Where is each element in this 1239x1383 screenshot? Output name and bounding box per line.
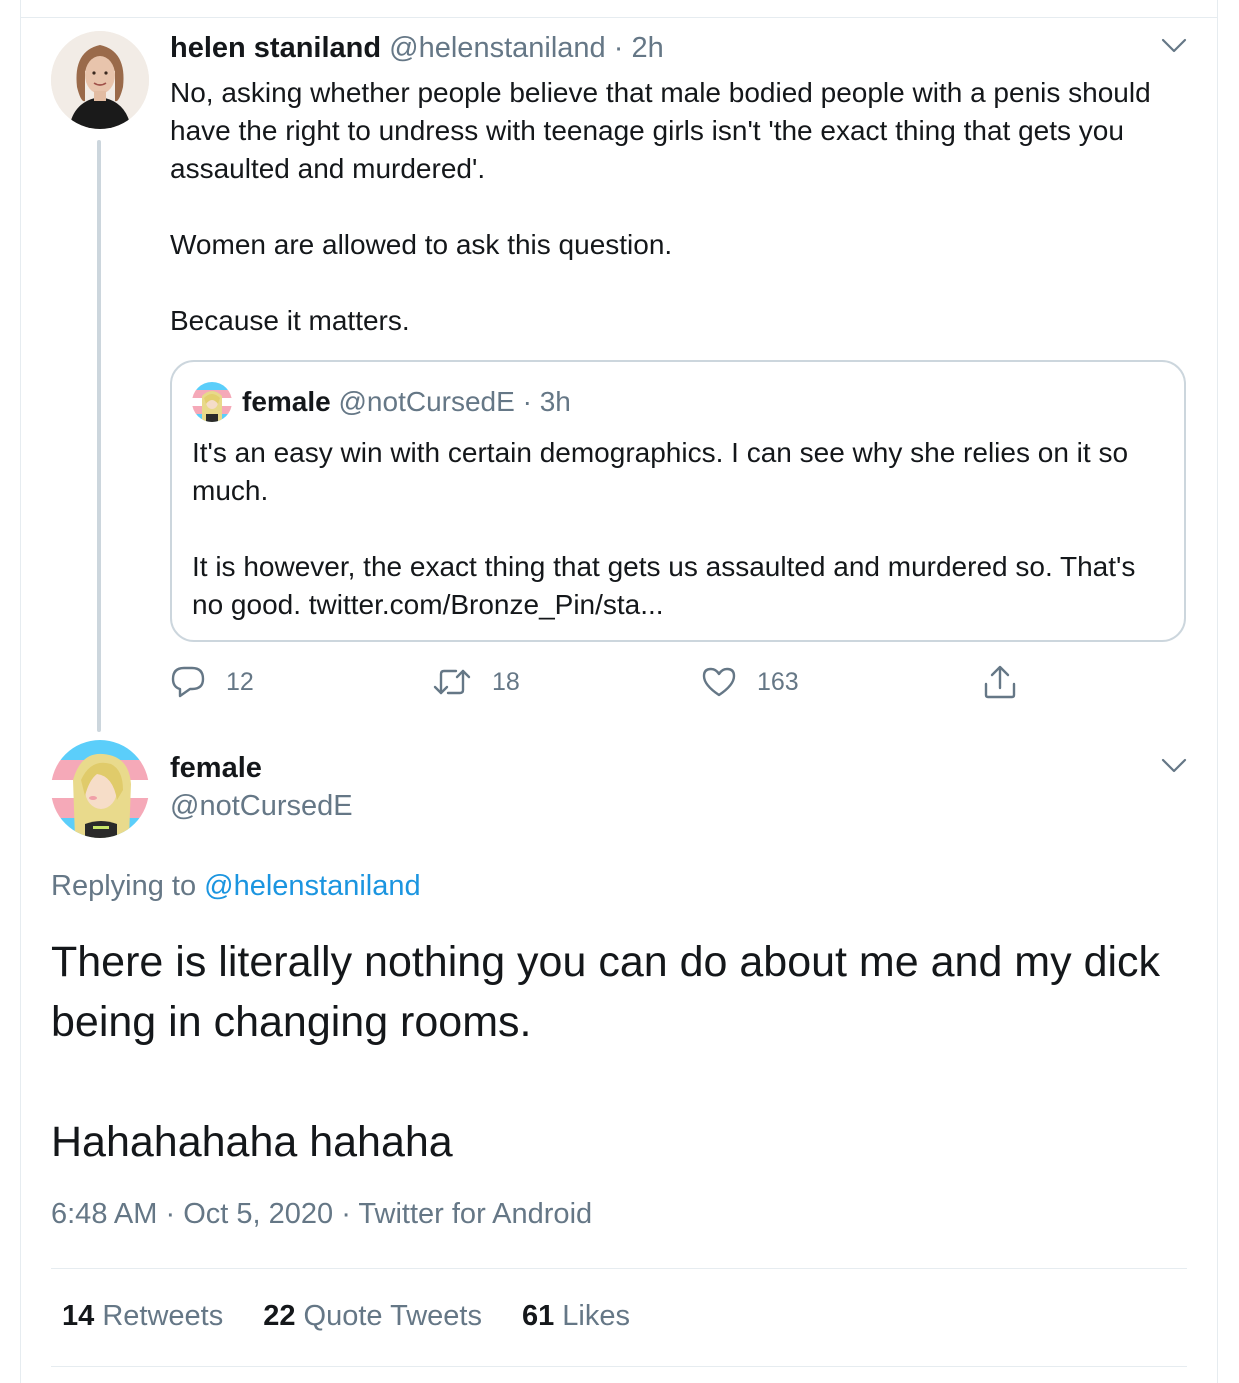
author-name[interactable]: female — [170, 752, 262, 785]
like-icon — [702, 667, 736, 697]
retweet-count: 18 — [492, 667, 520, 696]
chevron-down-icon[interactable] — [1160, 36, 1188, 56]
divider — [51, 1366, 1187, 1367]
avatar[interactable] — [51, 31, 149, 129]
author-handle[interactable]: @notCursedE — [170, 790, 353, 823]
top-divider — [20, 17, 1218, 18]
tweet-paragraph: No, asking whether people believe that m… — [170, 77, 1151, 184]
tweet-date[interactable]: Oct 5, 2020 — [183, 1198, 333, 1230]
tweet-text: No, asking whether people believe that m… — [170, 74, 1180, 340]
quote-avatar — [192, 382, 232, 422]
tweet-paragraph: There is literally nothing you can do ab… — [51, 938, 1161, 1046]
quote-paragraph: It's an easy win with certain demographi… — [192, 437, 1129, 506]
retweet-button[interactable]: 18 — [432, 662, 520, 702]
tweet-paragraph: Because it matters. — [170, 305, 410, 336]
share-icon — [984, 665, 1016, 699]
separator: · — [522, 386, 532, 417]
likes-count: 61 — [521, 1300, 555, 1332]
avatar[interactable] — [51, 740, 149, 838]
reply-icon — [171, 666, 205, 698]
separator: · — [165, 1198, 176, 1230]
retweet-icon — [433, 669, 471, 695]
like-count: 163 — [757, 667, 799, 696]
replying-to: Replying to @helenstaniland — [51, 870, 421, 903]
quote-author-handle[interactable]: @notCursedE — [339, 386, 515, 417]
tweet-header: helen staniland @helenstaniland · 2h — [170, 32, 664, 65]
quote-time[interactable]: 3h — [540, 386, 571, 417]
quote-tweets-count: 22 — [263, 1300, 296, 1332]
replying-to-link[interactable]: @helenstaniland — [204, 870, 420, 902]
likes-label: Likes — [562, 1300, 630, 1332]
quote-author-name[interactable]: female — [242, 386, 331, 417]
tweet-paragraph: Hahahahaha hahaha — [51, 1118, 453, 1166]
tweet-text: There is literally nothing you can do ab… — [51, 932, 1171, 1172]
likes-stat[interactable]: 61 Likes — [522, 1300, 630, 1333]
author-name[interactable]: helen staniland — [170, 32, 381, 64]
divider — [51, 1268, 1187, 1269]
quote-header: female @notCursedE · 3h — [242, 386, 571, 418]
quote-tweets-stat[interactable]: 22 Quote Tweets — [263, 1300, 482, 1333]
quote-tweets-label: Quote Tweets — [303, 1300, 482, 1332]
reply-count: 12 — [226, 667, 254, 696]
separator: · — [613, 32, 624, 64]
quote-paragraph: It is however, the exact thing that gets… — [192, 551, 1136, 620]
retweets-stat[interactable]: 14 Retweets — [62, 1300, 223, 1333]
thread-line — [97, 140, 101, 732]
retweets-count: 14 — [62, 1300, 95, 1332]
author-handle[interactable]: @helenstaniland — [389, 32, 605, 64]
reply-button[interactable]: 12 — [170, 662, 254, 702]
tweet-source[interactable]: Twitter for Android — [358, 1198, 592, 1230]
share-button[interactable] — [982, 662, 1038, 702]
replying-to-label: Replying to — [51, 870, 197, 902]
quoted-tweet[interactable]: female @notCursedE · 3h It's an easy win… — [170, 360, 1186, 642]
quote-text: It's an easy win with certain demographi… — [192, 434, 1172, 624]
like-button[interactable]: 163 — [701, 662, 799, 702]
chevron-down-icon[interactable] — [1160, 756, 1188, 776]
tweet-time[interactable]: 2h — [631, 32, 663, 64]
retweets-label: Retweets — [102, 1300, 224, 1332]
separator: · — [341, 1198, 351, 1230]
tweet-stats: 14 Retweets 22 Quote Tweets 61 Likes — [62, 1300, 630, 1333]
tweet-paragraph: Women are allowed to ask this question. — [170, 229, 673, 260]
tweet-time[interactable]: 6:48 AM — [51, 1198, 157, 1230]
tweet-meta: 6:48 AM · Oct 5, 2020 · Twitter for Andr… — [51, 1198, 592, 1231]
